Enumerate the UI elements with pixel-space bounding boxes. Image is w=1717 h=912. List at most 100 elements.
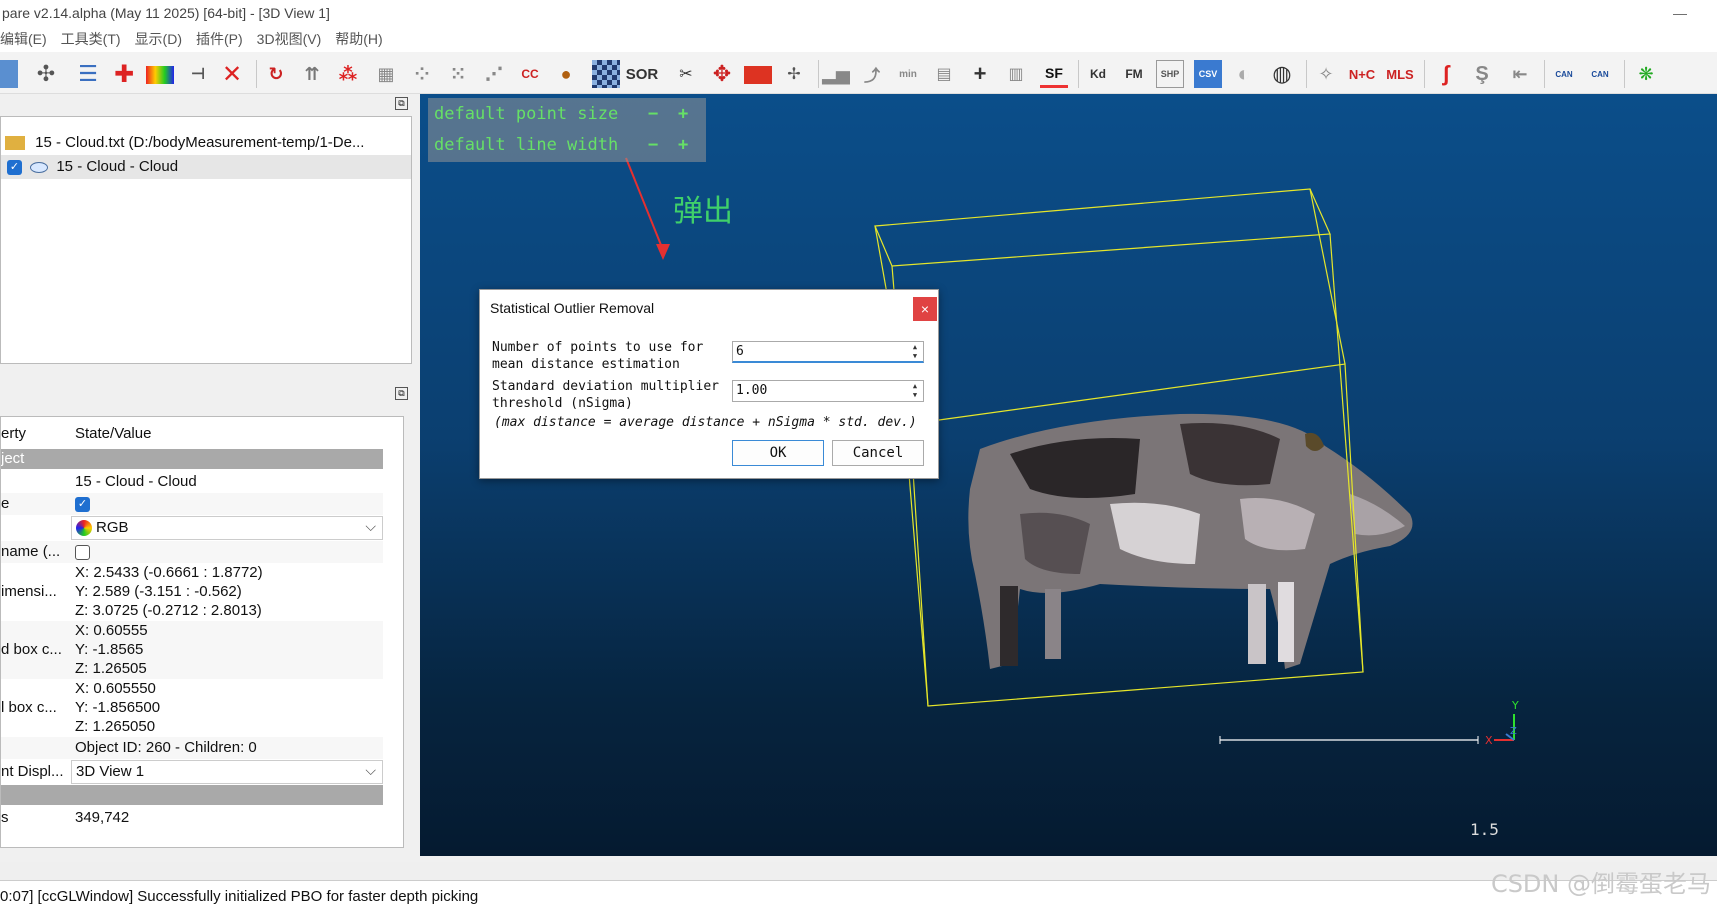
watermark: CSDN @倒霉蛋老马 — [1490, 870, 1711, 898]
noise-filter-icon[interactable] — [592, 60, 620, 88]
shp-icon[interactable]: SHP — [1156, 60, 1184, 88]
calculator-icon[interactable]: ▥ — [1002, 60, 1030, 88]
align-icon[interactable]: ⇈ — [298, 60, 326, 88]
clone-icon[interactable]: ✣ — [32, 60, 60, 88]
table-icon[interactable]: ▤ — [930, 60, 958, 88]
subsample-icon[interactable]: ⁘ — [408, 60, 436, 88]
spin-arrows-icon[interactable]: ▲ ▼ — [908, 382, 922, 400]
console-header — [0, 862, 1717, 880]
minmax-icon[interactable]: min — [894, 60, 922, 88]
axis-y-label: Y — [1511, 699, 1519, 712]
menu-bar: 编辑(E) 工具类(T) 显示(D) 插件(P) 3D视图(V) 帮助(H) — [0, 26, 1717, 52]
nc-icon[interactable]: N+C — [1348, 60, 1376, 88]
curve-icon[interactable]: ⤴ — [858, 60, 886, 88]
menu-edit[interactable]: 编辑(E) — [0, 29, 47, 49]
canupo-create-icon[interactable]: CAN — [1550, 60, 1578, 88]
minimize-button[interactable]: — — [1665, 0, 1695, 26]
checkbox-icon[interactable]: ✓ — [7, 159, 22, 175]
save-icon[interactable] — [0, 60, 18, 88]
kdtree-icon[interactable]: Kd — [1084, 60, 1112, 88]
line-width-minus-button[interactable]: − — [648, 131, 658, 159]
properties-column-headers: erty State/Value — [1, 421, 383, 447]
prop-dimensions-row: imensi... X: 2.5433 (-0.6661 : 1.8772) Y… — [1, 564, 263, 619]
window-title: pare v2.14.alpha (May 11 2025) [64-bit] … — [2, 5, 330, 21]
list-icon[interactable]: ☰ — [74, 60, 102, 88]
dock-icon[interactable]: ⧉ — [395, 97, 408, 110]
tree-item-cloud[interactable]: ✓ 15 - Cloud - Cloud — [1, 155, 411, 179]
pick-icon[interactable]: ✢ — [780, 60, 808, 88]
section-cloud — [1, 785, 383, 805]
scale-bar — [1219, 736, 1479, 744]
point-size-minus-button[interactable]: − — [648, 100, 658, 128]
dock-icon[interactable]: ⧉ — [395, 387, 408, 400]
bunny-icon[interactable]: ● — [552, 60, 580, 88]
prop-name-value[interactable]: 15 - Cloud - Cloud — [75, 471, 385, 493]
colors-combo[interactable]: RGB ⌵ — [71, 516, 383, 540]
translate-icon[interactable]: ↻ — [262, 60, 290, 88]
visible-checkbox[interactable]: ✓ — [75, 496, 90, 512]
exit-icon[interactable]: ⇤ — [1506, 60, 1534, 88]
menu-plugins[interactable]: 插件(P) — [196, 29, 243, 49]
s-curve-icon[interactable]: Ş — [1468, 60, 1496, 88]
puzzle-icon[interactable]: ✧ — [1312, 60, 1340, 88]
link-icon[interactable]: ⊣ — [184, 60, 212, 88]
tree-item-file[interactable]: 15 - Cloud.txt (D:/bodyMeasurement-temp/… — [1, 131, 411, 155]
plane-icon[interactable] — [744, 66, 772, 84]
db-tree: 15 - Cloud.txt (D:/bodyMeasurement-temp/… — [0, 116, 412, 364]
fm-icon[interactable]: FM — [1120, 60, 1148, 88]
globe-icon[interactable]: ◍ — [1268, 60, 1296, 88]
properties-header: ⧉ — [0, 384, 412, 406]
add-icon[interactable]: + — [966, 60, 994, 88]
cloud-icon — [30, 161, 49, 173]
move-icon[interactable]: ✥ — [708, 60, 736, 88]
properties-panel: erty State/Value ject 15 - Cloud - Cloud… — [0, 416, 404, 848]
point-size-row: default point size — [434, 100, 618, 128]
ok-button[interactable]: OK — [732, 440, 824, 466]
annotation-popup-label: 弹出 — [673, 194, 733, 229]
canupo-classify-icon[interactable]: CAN — [1586, 60, 1614, 88]
snake-icon[interactable]: ʃ — [1432, 60, 1460, 88]
menu-help[interactable]: 帮助(H) — [335, 29, 382, 49]
cc-icon[interactable]: CC — [516, 60, 544, 88]
mls-icon[interactable]: MLS — [1386, 60, 1414, 88]
prop-colors-row: RGB ⌵ — [1, 515, 383, 541]
line-width-row: default line width — [434, 131, 618, 159]
db-tree-header: ⧉ — [0, 94, 412, 116]
close-button[interactable]: × — [913, 297, 937, 321]
sf-icon[interactable]: SF — [1040, 60, 1068, 88]
show-name-checkbox[interactable] — [75, 544, 90, 560]
display-combo[interactable]: 3D View 1 ⌵ — [71, 760, 383, 784]
menu-display[interactable]: 显示(D) — [135, 29, 182, 49]
title-bar: pare v2.14.alpha (May 11 2025) [64-bit] … — [0, 0, 1717, 26]
sample-icon[interactable]: ⁂ — [334, 60, 362, 88]
prop-points-row: s 349,742 — [1, 809, 130, 826]
sphere-icon[interactable]: ◐ — [1230, 60, 1258, 88]
histogram-icon[interactable]: ▂▅ — [822, 60, 850, 88]
merge-icon[interactable]: ✚ — [110, 60, 138, 88]
console-log: 0:07] [ccGLWindow] Successfully initiali… — [0, 880, 1717, 912]
nsigma-spinbox[interactable]: 1.00 ▲ ▼ — [732, 380, 924, 402]
line-width-plus-button[interactable]: + — [678, 131, 688, 159]
scale-label: 1.5 — [1470, 820, 1499, 839]
mesh-icon[interactable]: ▦ — [372, 60, 400, 88]
spin-arrows-icon[interactable]: ▲ ▼ — [908, 343, 922, 361]
delete-icon[interactable]: ✕ — [218, 60, 246, 88]
csv-icon[interactable]: CSV — [1194, 60, 1222, 88]
noise-icon[interactable]: ⁙ — [444, 60, 472, 88]
menu-3d-views[interactable]: 3D视图(V) — [257, 29, 322, 49]
points-spinbox[interactable]: 6 ▲ ▼ — [732, 341, 924, 363]
column-header-property: erty — [1, 425, 27, 442]
cancel-button[interactable]: Cancel — [832, 440, 924, 466]
chevron-down-icon: ⌵ — [365, 518, 376, 534]
scatter-icon[interactable]: ⋰ — [480, 60, 508, 88]
cloudcompare-window: pare v2.14.alpha (May 11 2025) [64-bit] … — [0, 0, 1717, 912]
rgb-icon[interactable] — [146, 66, 174, 84]
axis-trihedron: Y X Z — [1485, 699, 1519, 747]
train-icon[interactable]: ❋ — [1632, 60, 1660, 88]
display-options-hud: default point size − + default line widt… — [428, 98, 706, 162]
axis-z-label: Z — [1510, 726, 1517, 737]
point-size-plus-button[interactable]: + — [678, 100, 688, 128]
menu-tools[interactable]: 工具类(T) — [61, 29, 121, 49]
sor-button[interactable]: SOR — [626, 60, 659, 88]
scissors-icon[interactable]: ✂ — [672, 60, 700, 88]
